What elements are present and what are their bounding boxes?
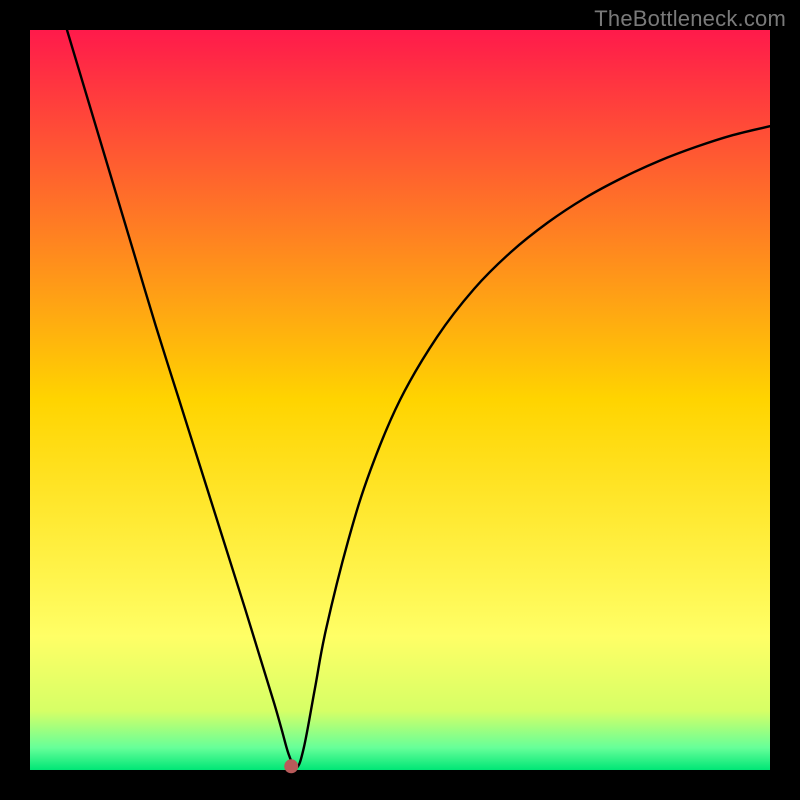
chart-canvas — [0, 0, 800, 800]
watermark-text: TheBottleneck.com — [594, 6, 786, 32]
optimal-point-marker — [284, 759, 298, 773]
bottleneck-chart: TheBottleneck.com — [0, 0, 800, 800]
